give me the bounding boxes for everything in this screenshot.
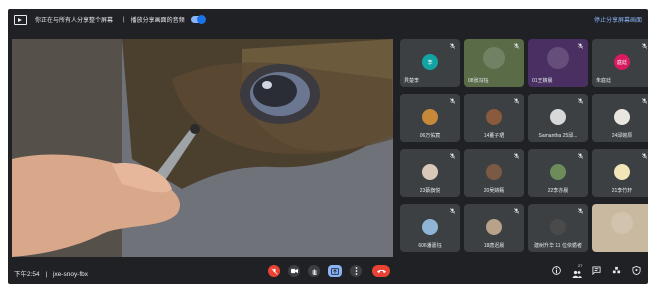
participant-name: 建树升华 11 位依循者 [534, 243, 582, 249]
participant-name: Samantha 25邱... [538, 133, 578, 139]
participant-avatar [486, 109, 502, 125]
main-video [12, 39, 393, 257]
mic-off-icon [514, 208, 519, 214]
clock-time: 下午2:54 [14, 271, 40, 278]
camera-toggle-button[interactable] [288, 265, 300, 277]
meeting-code: jxe-snoy-fbx [52, 271, 89, 278]
bottom-control-bar: 下午2:54 | jxe-snoy-fbx 27 [8, 260, 648, 284]
participant-name: 20吴婧甄 [483, 188, 505, 194]
mic-toggle-button[interactable] [268, 265, 280, 277]
mic-off-icon [578, 208, 583, 214]
participant-name: 23蔡旗悦 [419, 188, 441, 194]
raise-hand-icon [312, 268, 317, 275]
participant-avatar: 庭廷 [614, 54, 630, 70]
participant-tile[interactable]: 22李亦晨 [528, 149, 588, 197]
participant-avatar [550, 109, 566, 125]
participant-name: 06万佑宸 [419, 133, 441, 139]
present-screen-icon [331, 267, 339, 275]
turtle-video-frame [12, 39, 393, 257]
participant-name: 01王婧晨 [532, 78, 553, 84]
participant-name: 18唐迟晨 [483, 243, 505, 249]
participant-avatar [550, 219, 566, 235]
mic-off-icon [578, 98, 583, 104]
screen-share-bar: 你正在与所有人分享整个屏幕 | 播放分享画面的音频 停止分享屏幕画面 [8, 9, 648, 30]
activities-icon[interactable] [612, 266, 621, 275]
mic-off-icon [578, 43, 583, 49]
participant-avatar [547, 47, 569, 69]
more-options-icon [355, 267, 357, 275]
avatar-initials: 李 [427, 59, 433, 66]
info-icon[interactable] [552, 266, 561, 275]
camera-icon [290, 268, 298, 274]
participant-tile[interactable] [592, 204, 648, 252]
end-call-button[interactable] [372, 265, 390, 277]
share-status-text: 你正在与所有人分享整个屏幕 [35, 18, 114, 24]
participant-name: 貝楚李 [404, 78, 420, 84]
share-audio-toggle[interactable] [190, 15, 206, 24]
avatar-initials: 庭廷 [616, 59, 627, 66]
participant-avatar [422, 164, 438, 180]
meet-window: 你正在与所有人分享整个屏幕 | 播放分享画面的音频 停止分享屏幕画面 李貝楚李 0… [8, 9, 648, 284]
mic-off-icon [270, 267, 278, 275]
present-icon [14, 14, 27, 25]
mic-off-icon [450, 43, 455, 49]
time-divider: | [45, 271, 48, 278]
participant-name: 21李竹轩 [611, 188, 633, 194]
participant-tile[interactable]: 21李竹轩 [592, 149, 648, 197]
mic-off-icon [514, 43, 519, 49]
chat-icon[interactable] [592, 266, 601, 275]
mic-off-icon [642, 153, 647, 159]
participant-tile[interactable]: 08张冯钰 [464, 39, 524, 87]
participant-tile[interactable]: 606潘嘉钰 [400, 204, 460, 252]
more-options-button[interactable] [350, 265, 362, 277]
host-controls-icon[interactable] [632, 266, 641, 275]
participant-name: 24邱婉辰 [611, 133, 633, 139]
participant-name: 14董子珺 [483, 133, 505, 139]
participant-tile[interactable]: 14董子珺 [464, 94, 524, 142]
participant-avatar: 李 [422, 54, 438, 70]
participant-avatar [483, 47, 505, 69]
raise-hand-button[interactable] [308, 265, 320, 277]
mic-off-icon [578, 153, 583, 159]
mic-off-icon [450, 208, 455, 214]
mic-off-icon [450, 98, 455, 104]
participant-name: 朱庭廷 [596, 78, 612, 84]
participant-tile[interactable]: 06万佑宸 [400, 94, 460, 142]
participant-tile[interactable]: Samantha 25邱... [528, 94, 588, 142]
participant-tile[interactable]: 01王婧晨 [528, 39, 588, 87]
participant-tile[interactable]: 24邱婉辰 [592, 94, 648, 142]
share-bar-separator: | [123, 16, 125, 23]
participant-name: 606潘嘉钰 [418, 243, 442, 249]
participant-name: 22李亦晨 [547, 188, 569, 194]
stop-sharing-button[interactable]: 停止分享屏幕画面 [594, 15, 642, 24]
participant-tile[interactable]: 20吴婧甄 [464, 149, 524, 197]
mic-off-icon [514, 98, 519, 104]
people-button[interactable]: 27 [572, 263, 583, 278]
participant-name: 08张冯钰 [468, 78, 489, 84]
participant-tile[interactable]: 建树升华 11 位依循者 [528, 204, 588, 252]
participant-tile[interactable]: 庭廷朱庭廷 [592, 39, 648, 87]
participant-tile[interactable]: 23蔡旗悦 [400, 149, 460, 197]
people-count-badge: 27 [578, 263, 583, 268]
participant-avatar [422, 219, 438, 235]
participant-tile[interactable]: 18唐迟晨 [464, 204, 524, 252]
participant-avatar [550, 164, 566, 180]
participant-avatar [486, 219, 502, 235]
participant-avatar [486, 164, 502, 180]
mic-off-icon [450, 153, 455, 159]
end-call-icon [376, 269, 386, 273]
meeting-info: 下午2:54 | jxe-snoy-fbx [14, 268, 88, 278]
participant-avatar [422, 109, 438, 125]
participant-avatar [611, 212, 633, 234]
participant-avatar [614, 109, 630, 125]
present-screen-button[interactable] [328, 265, 342, 277]
people-icon [572, 270, 582, 278]
participant-avatar [614, 164, 630, 180]
participant-tile[interactable]: 李貝楚李 [400, 39, 460, 87]
mic-off-icon [642, 43, 647, 49]
mic-off-icon [514, 153, 519, 159]
mic-off-icon [642, 98, 647, 104]
share-audio-label: 播放分享画面的音频 [130, 18, 185, 24]
